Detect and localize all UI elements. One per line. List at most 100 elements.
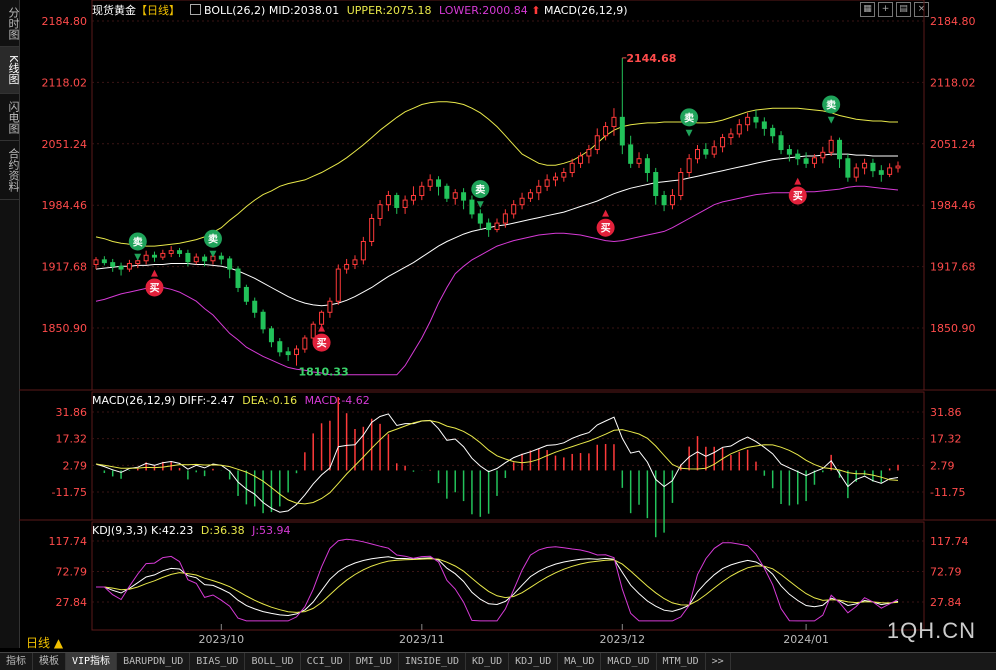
candle-body bbox=[720, 137, 726, 148]
candle-body bbox=[486, 222, 492, 231]
candle-body bbox=[277, 341, 283, 353]
candle-body bbox=[110, 262, 116, 267]
candle-body bbox=[193, 256, 199, 263]
price-tick-right: 1917.68 bbox=[930, 261, 976, 274]
candle-body bbox=[753, 116, 759, 123]
candle-body bbox=[126, 263, 132, 270]
bottom-tab-9[interactable]: KD_UD bbox=[466, 653, 510, 670]
candle-body bbox=[845, 158, 851, 178]
high-price-label: 2144.68 bbox=[626, 52, 676, 65]
bottom-tab-3[interactable]: BARUPDN_UD bbox=[117, 653, 191, 670]
candle-body bbox=[427, 179, 433, 187]
buy-signal-label: 买 bbox=[601, 223, 611, 235]
candle-body bbox=[436, 179, 442, 187]
candle-body bbox=[661, 195, 667, 206]
candle-body bbox=[552, 176, 558, 181]
macd-tick-left: 17.32 bbox=[56, 433, 88, 446]
bottom-tab-5[interactable]: BOLL_UD bbox=[245, 653, 301, 670]
candle-body bbox=[695, 149, 700, 160]
candle-body bbox=[619, 116, 625, 146]
candle-body bbox=[118, 265, 124, 270]
period-selector[interactable]: 日线 ▲ bbox=[26, 634, 63, 651]
candle-body bbox=[294, 348, 299, 356]
candle-body bbox=[611, 116, 617, 128]
kdj-tick-right: 27.84 bbox=[930, 596, 962, 609]
date-tick-label: 2023/12 bbox=[599, 633, 645, 646]
buy-signal-label: 买 bbox=[793, 191, 803, 203]
candle-body bbox=[778, 135, 784, 151]
candle-body bbox=[770, 127, 776, 137]
candle-body bbox=[310, 323, 316, 339]
candle-body bbox=[728, 133, 734, 139]
bottom-tab-6[interactable]: CCI_UD bbox=[301, 653, 350, 670]
candle-body bbox=[377, 204, 383, 219]
kdj-tick-left: 27.84 bbox=[56, 596, 88, 609]
bottom-tab-14[interactable]: >> bbox=[706, 653, 731, 670]
candle-body bbox=[93, 259, 99, 265]
candle-body bbox=[586, 149, 592, 157]
candle-body bbox=[878, 170, 884, 175]
bottom-tab-0[interactable]: 指标 bbox=[0, 653, 33, 670]
candle-body bbox=[352, 259, 358, 265]
candle-body bbox=[703, 149, 709, 155]
candle-body bbox=[218, 255, 224, 260]
bottom-tab-8[interactable]: INSIDE_UD bbox=[399, 653, 467, 670]
date-tick-label: 2023/10 bbox=[198, 633, 244, 646]
bottom-tab-1[interactable]: 模板 bbox=[33, 653, 66, 670]
kdj-tick-left: 72.79 bbox=[56, 566, 88, 579]
candle-body bbox=[578, 155, 584, 164]
signal-arrow-icon: ▼ bbox=[477, 200, 484, 210]
candle-body bbox=[811, 157, 817, 164]
date-tick-label: 2024/01 bbox=[783, 633, 829, 646]
candle-body bbox=[268, 328, 274, 343]
kdj-tick-right: 72.79 bbox=[930, 566, 962, 579]
price-tick-left: 1917.68 bbox=[42, 261, 88, 274]
candle-body bbox=[252, 300, 258, 313]
candle-body bbox=[669, 195, 675, 206]
bottom-tab-11[interactable]: MA_UD bbox=[558, 653, 602, 670]
candle-body bbox=[394, 195, 400, 208]
candle-body bbox=[202, 256, 208, 262]
signal-arrow-icon: ▼ bbox=[209, 250, 216, 260]
candle-body bbox=[895, 165, 901, 169]
kline-chart[interactable]: 2184.80 2184.80 2118.02 2118.02 2051.24 2051.… bbox=[0, 0, 996, 669]
candle-body bbox=[711, 146, 717, 155]
candle-body bbox=[160, 252, 166, 258]
price-tick-right: 2118.02 bbox=[930, 76, 976, 89]
candle-body bbox=[862, 162, 868, 169]
macd-tick-right: 2.79 bbox=[930, 459, 955, 472]
price-tick-right: 1850.90 bbox=[930, 322, 976, 335]
watermark-logo: 1QH.CN bbox=[886, 618, 976, 643]
candle-body bbox=[803, 158, 809, 164]
candle-body bbox=[243, 286, 249, 302]
buy-signal-label: 买 bbox=[149, 282, 159, 294]
kdj-k-line bbox=[96, 556, 899, 617]
candle-body bbox=[678, 172, 684, 197]
candle-body bbox=[527, 192, 533, 199]
candle-body bbox=[335, 268, 341, 302]
candle-body bbox=[369, 217, 375, 242]
bottom-tab-4[interactable]: BIAS_UD bbox=[190, 653, 246, 670]
bottom-tab-13[interactable]: MTM_UD bbox=[657, 653, 706, 670]
candle-body bbox=[469, 199, 475, 215]
signal-arrow-icon: ▼ bbox=[134, 252, 141, 262]
low-price-label: 1810.33 bbox=[299, 365, 349, 378]
signal-arrow-icon: ▲ bbox=[151, 268, 158, 278]
candle-body bbox=[327, 300, 333, 313]
bottom-tab-7[interactable]: DMI_UD bbox=[350, 653, 399, 670]
candle-body bbox=[177, 250, 183, 254]
sell-signal-label: 卖 bbox=[475, 183, 485, 196]
candle-body bbox=[452, 192, 458, 199]
candle-body bbox=[603, 126, 609, 137]
bottom-tab-2[interactable]: VIP指标 bbox=[66, 653, 118, 670]
bottom-tab-12[interactable]: MACD_UD bbox=[601, 653, 657, 670]
macd-tick-left: -11.75 bbox=[52, 486, 87, 499]
date-tick-label: 2023/11 bbox=[399, 633, 445, 646]
candle-body bbox=[227, 258, 233, 270]
bottom-tab-10[interactable]: KDJ_UD bbox=[509, 653, 559, 670]
candle-body bbox=[544, 179, 550, 187]
candle-body bbox=[870, 162, 876, 172]
candle-body bbox=[494, 222, 500, 231]
sell-signal-label: 卖 bbox=[208, 233, 218, 246]
candle-body bbox=[461, 192, 467, 201]
